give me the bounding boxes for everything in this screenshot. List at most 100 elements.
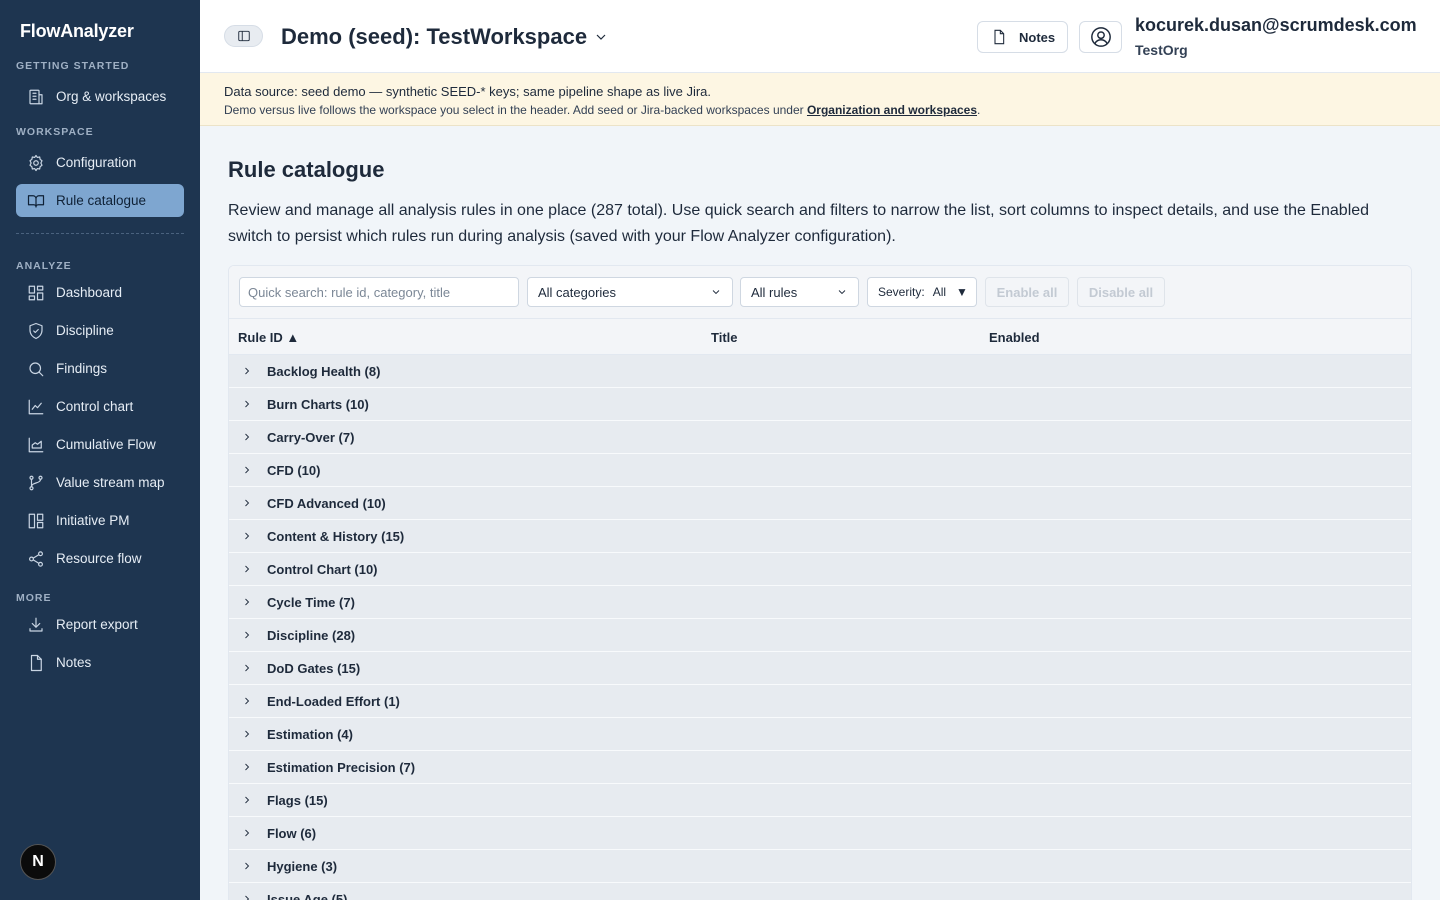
- table-row[interactable]: Flags (15): [229, 784, 1411, 817]
- section-label-getting-started: Getting started: [16, 60, 130, 72]
- table-row[interactable]: Estimation (4): [229, 718, 1411, 751]
- sidebar-item-label: Value stream map: [56, 475, 165, 490]
- filter-toolbar: All categories All rules Severity: All ▼…: [229, 266, 1411, 319]
- chevron-right-icon: [241, 431, 253, 443]
- app-logo: FlowAnalyzer: [20, 21, 134, 41]
- table-row[interactable]: Issue Age (5): [229, 883, 1411, 900]
- table-row[interactable]: Content & History (15): [229, 520, 1411, 553]
- sidebar-item-org-workspaces[interactable]: Org & workspaces: [16, 80, 184, 113]
- table-row[interactable]: CFD (10): [229, 454, 1411, 487]
- table-row[interactable]: DoD Gates (15): [229, 652, 1411, 685]
- sidebar-item-report-export[interactable]: Report export: [16, 608, 184, 641]
- enable-all-button[interactable]: Enable all: [985, 277, 1069, 307]
- sidebar-item-findings[interactable]: Findings: [16, 352, 184, 385]
- search-input[interactable]: [239, 277, 519, 307]
- sidebar-item-label: Findings: [56, 361, 108, 376]
- table-row[interactable]: Estimation Precision (7): [229, 751, 1411, 784]
- chevron-right-icon: [241, 695, 253, 707]
- table-row[interactable]: Cycle Time (7): [229, 586, 1411, 619]
- table-row[interactable]: Discipline (28): [229, 619, 1411, 652]
- notes-button-label: Notes: [1019, 29, 1056, 45]
- panel-left-icon: [237, 30, 250, 42]
- sidebar: FlowAnalyzer Getting started Org & works…: [0, 0, 200, 900]
- sidebar-toggle-button[interactable]: [224, 25, 263, 47]
- sidebar-item-notes[interactable]: Notes: [16, 646, 184, 679]
- line-chart-icon: [27, 398, 45, 416]
- sidebar-item-value-stream-map[interactable]: Value stream map: [16, 466, 184, 499]
- file-icon: [994, 29, 1005, 45]
- group-label: Estimation Precision (7): [267, 759, 416, 775]
- group-label: Estimation (4): [267, 726, 353, 742]
- sidebar-item-control-chart[interactable]: Control chart: [16, 390, 184, 423]
- chevron-right-icon: [241, 893, 253, 900]
- group-label: Burn Charts (10): [267, 396, 369, 412]
- table-row[interactable]: Burn Charts (10): [229, 388, 1411, 421]
- book-icon: [27, 192, 45, 210]
- banner-line-2: Demo versus live follows the workspace y…: [224, 101, 1416, 119]
- chevron-down-icon: [838, 290, 846, 295]
- table-row[interactable]: Hygiene (3): [229, 850, 1411, 883]
- user-menu-button[interactable]: [1079, 21, 1122, 53]
- chevron-right-icon: [241, 761, 253, 773]
- gear-icon: [27, 154, 45, 172]
- table-row[interactable]: CFD Advanced (10): [229, 487, 1411, 520]
- table-row[interactable]: End-Loaded Effort (1): [229, 685, 1411, 718]
- page-description: Review and manage all analysis rules in …: [228, 202, 1370, 245]
- org-workspaces-link[interactable]: Organization and workspaces: [807, 103, 977, 117]
- notes-button[interactable]: Notes: [977, 21, 1068, 53]
- category-select[interactable]: All categories: [527, 277, 733, 307]
- sidebar-item-configuration[interactable]: Configuration: [16, 146, 184, 179]
- group-label: DoD Gates (15): [267, 660, 361, 676]
- rule-catalogue-panel: All categories All rules Severity: All ▼…: [228, 265, 1412, 900]
- sidebar-item-rule-catalogue[interactable]: Rule catalogue: [16, 184, 184, 217]
- sidebar-item-label: Configuration: [56, 155, 137, 170]
- sidebar-item-label: Resource flow: [56, 551, 142, 566]
- severity-select[interactable]: Severity: All ▼: [867, 277, 977, 307]
- download-icon: [27, 616, 45, 634]
- table-row[interactable]: Carry-Over (7): [229, 421, 1411, 454]
- chevron-right-icon: [241, 827, 253, 839]
- dev-tools-badge[interactable]: N: [20, 844, 56, 880]
- shield-check-icon: [27, 322, 45, 340]
- chevron-right-icon: [241, 629, 253, 641]
- rules-select-value: All rules: [751, 284, 798, 300]
- sidebar-item-label: Report export: [56, 617, 138, 632]
- column-header-rule-id[interactable]: Rule ID ▲: [238, 330, 299, 345]
- chevron-right-icon: [241, 464, 253, 476]
- chevron-right-icon: [241, 662, 253, 674]
- group-label: Flags (15): [267, 792, 328, 808]
- chevron-right-icon: [241, 497, 253, 509]
- sidebar-item-label: Discipline: [56, 323, 114, 338]
- banner-line-2-suffix: .: [977, 103, 981, 117]
- column-header-enabled[interactable]: Enabled: [989, 330, 1040, 345]
- chevron-right-icon: [241, 860, 253, 872]
- sidebar-item-resource-flow[interactable]: Resource flow: [16, 542, 184, 575]
- group-label: End-Loaded Effort (1): [267, 693, 400, 709]
- banner-line-2-prefix: Demo versus live follows the workspace y…: [224, 103, 807, 117]
- sidebar-item-dashboard[interactable]: Dashboard: [16, 276, 184, 309]
- group-label: CFD Advanced (10): [267, 495, 386, 511]
- chevron-down-icon[interactable]: [593, 29, 609, 45]
- workspace-title[interactable]: Demo (seed): TestWorkspace: [281, 24, 587, 50]
- rules-select[interactable]: All rules: [740, 277, 859, 307]
- sidebar-item-label: Dashboard: [56, 285, 123, 300]
- sidebar-item-label: Cumulative Flow: [56, 437, 156, 452]
- table-row[interactable]: Control Chart (10): [229, 553, 1411, 586]
- column-header-title[interactable]: Title: [711, 330, 738, 345]
- user-email: kocurek.dusan@scrumdesk.com: [1135, 15, 1417, 35]
- chevron-right-icon: [241, 365, 253, 377]
- sidebar-item-cumulative-flow[interactable]: Cumulative Flow: [16, 428, 184, 461]
- group-label: Backlog Health (8): [267, 363, 381, 379]
- chevron-right-icon: [241, 398, 253, 410]
- sidebar-item-initiative-pm[interactable]: Initiative PM: [16, 504, 184, 537]
- table-row[interactable]: Backlog Health (8): [229, 355, 1411, 388]
- user-org: TestOrg: [1135, 42, 1188, 58]
- share-icon: [27, 550, 45, 568]
- table-row[interactable]: Flow (6): [229, 817, 1411, 850]
- user-circle-icon: [1090, 27, 1111, 47]
- chevron-right-icon: [241, 563, 253, 575]
- sidebar-item-discipline[interactable]: Discipline: [16, 314, 184, 347]
- page-title: Rule catalogue: [228, 157, 385, 182]
- severity-label: Severity:: [878, 285, 925, 299]
- disable-all-button[interactable]: Disable all: [1077, 277, 1165, 307]
